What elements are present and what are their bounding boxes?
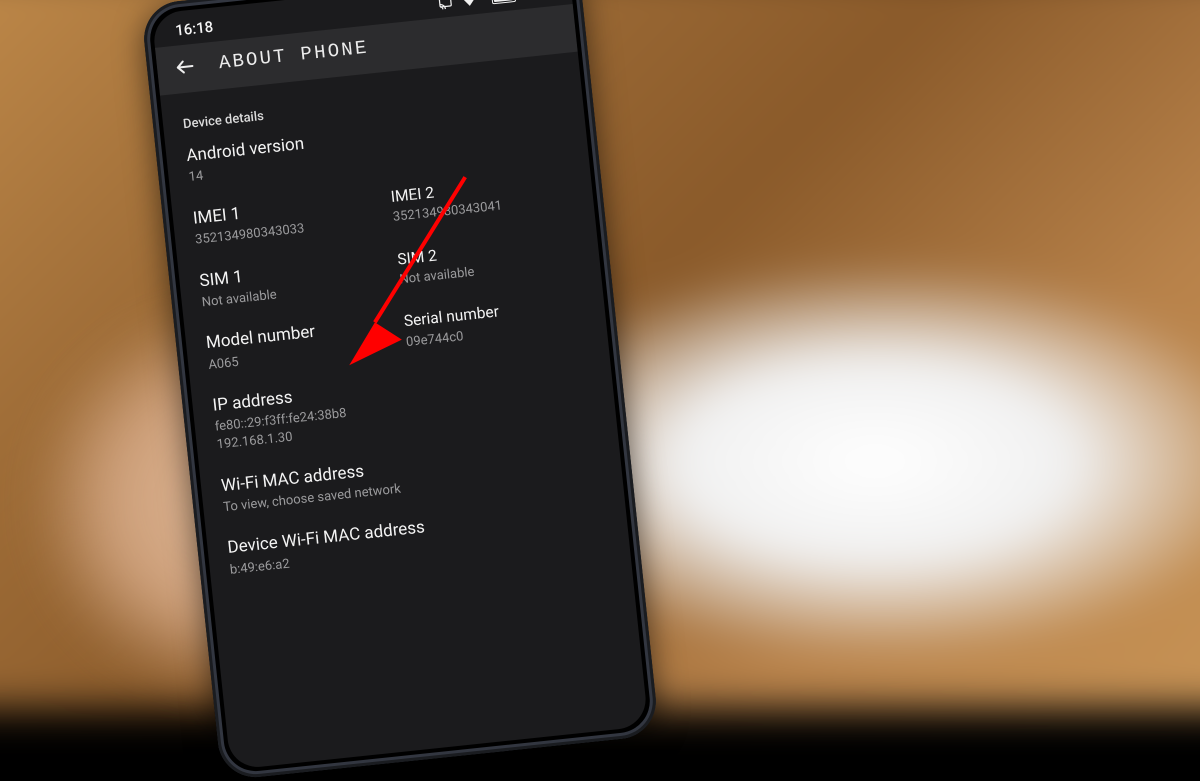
settings-list[interactable]: Device details Android version 14 IMEI 1… [160,52,629,581]
page-title: ABOUT PHONE [218,37,370,75]
model-number-cell: Model number A065 [205,315,389,374]
status-time: 16:18 [174,18,214,40]
cast-icon [437,0,453,11]
phone-screen: 16:18 87% ABO [151,0,648,770]
wifi-icon [460,0,479,9]
back-button[interactable] [172,54,198,80]
battery-icon [485,0,522,5]
row-device-mac[interactable]: Device Wi-Fi MAC address b:49:e6:a2 [227,499,609,579]
battery-percent: 87% [520,0,550,3]
phone-frame: 16:18 87% ABO [140,0,659,781]
row-ip[interactable]: IP address fe80::29:f3ff:fe24:38b8 192.1… [212,356,596,454]
arrow-left-icon [173,55,197,79]
